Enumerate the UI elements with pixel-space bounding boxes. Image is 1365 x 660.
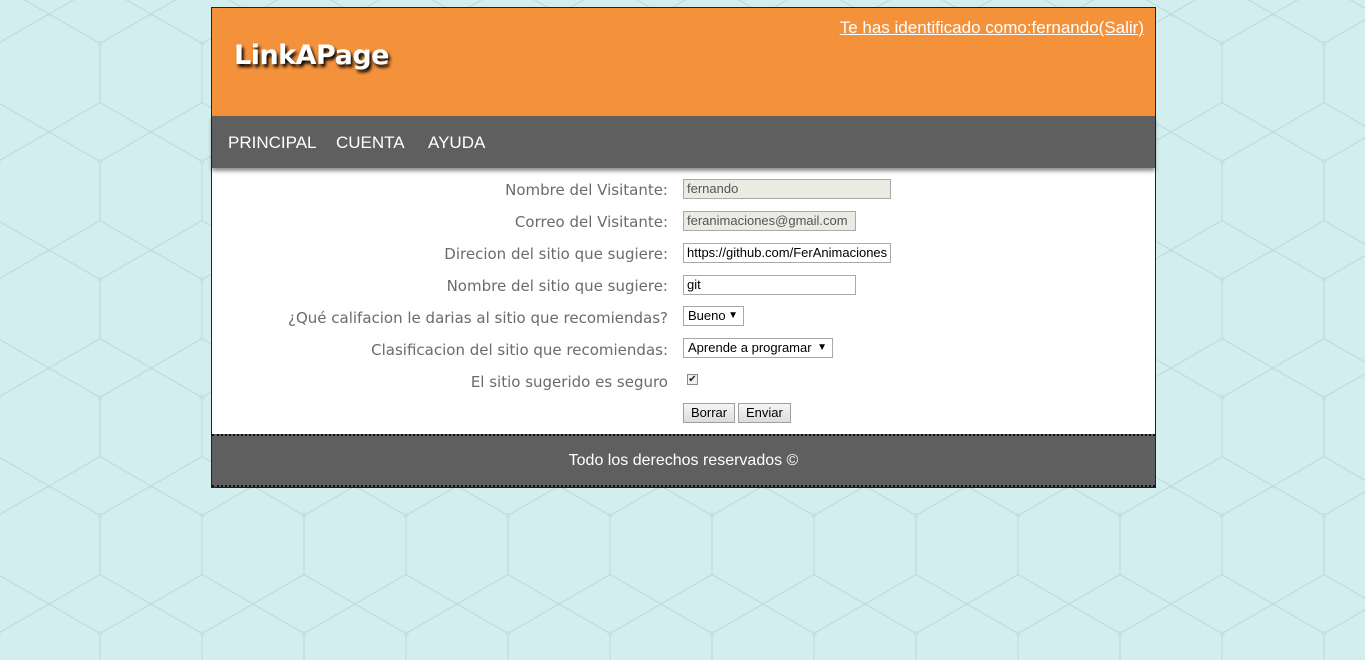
page-container: LinkAPage Te has identificado como:ferna… — [211, 7, 1156, 488]
rating-selected-value: Bueno — [688, 308, 726, 323]
nav-item-cuenta[interactable]: CUENTA — [336, 133, 405, 153]
site-url-input[interactable]: https://github.com/FerAnimaciones — [683, 243, 891, 263]
category-label: Clasificacion del sitio que recomiendas: — [371, 341, 668, 359]
dropdown-arrow-icon: ▼ — [817, 342, 827, 353]
category-selected-value: Aprende a programar — [688, 340, 812, 355]
site-name-label: Nombre del sitio que sugiere: — [446, 277, 668, 295]
nav-item-ayuda[interactable]: AYUDA — [428, 133, 485, 153]
category-select[interactable]: Aprende a programar ▼ — [683, 338, 833, 358]
visitor-name-field: fernando — [683, 179, 891, 199]
clear-button[interactable]: Borrar — [683, 403, 736, 423]
site-header: LinkAPage Te has identificado como:ferna… — [212, 8, 1155, 116]
logged-in-user-link[interactable]: Te has identificado como:fernando(Salir) — [840, 18, 1144, 38]
visitor-email-label: Correo del Visitante: — [514, 213, 668, 231]
rating-label: ¿Qué califacion le darias al sitio que r… — [288, 309, 668, 327]
dropdown-arrow-icon: ▼ — [728, 310, 738, 321]
main-nav: PRINCIPAL CUENTA AYUDA — [212, 116, 1155, 168]
safe-site-checkbox[interactable]: ✔ — [687, 374, 698, 385]
site-url-label: Direcion del sitio que sugiere: — [444, 245, 668, 263]
footer-copyright: Todo los derechos reservados © — [568, 452, 799, 469]
visitor-name-label: Nombre del Visitante: — [505, 181, 668, 199]
site-footer: Todo los derechos reservados © — [212, 434, 1155, 487]
site-logo[interactable]: LinkAPage — [234, 40, 389, 71]
safe-site-label: El sitio sugerido es seguro — [470, 373, 668, 391]
submit-button[interactable]: Enviar — [738, 403, 791, 423]
site-name-input[interactable]: git — [683, 275, 856, 295]
nav-item-principal[interactable]: PRINCIPAL — [228, 133, 317, 153]
visitor-email-field: feranimaciones@gmail.com — [683, 211, 856, 231]
rating-select[interactable]: Bueno ▼ — [683, 306, 744, 326]
